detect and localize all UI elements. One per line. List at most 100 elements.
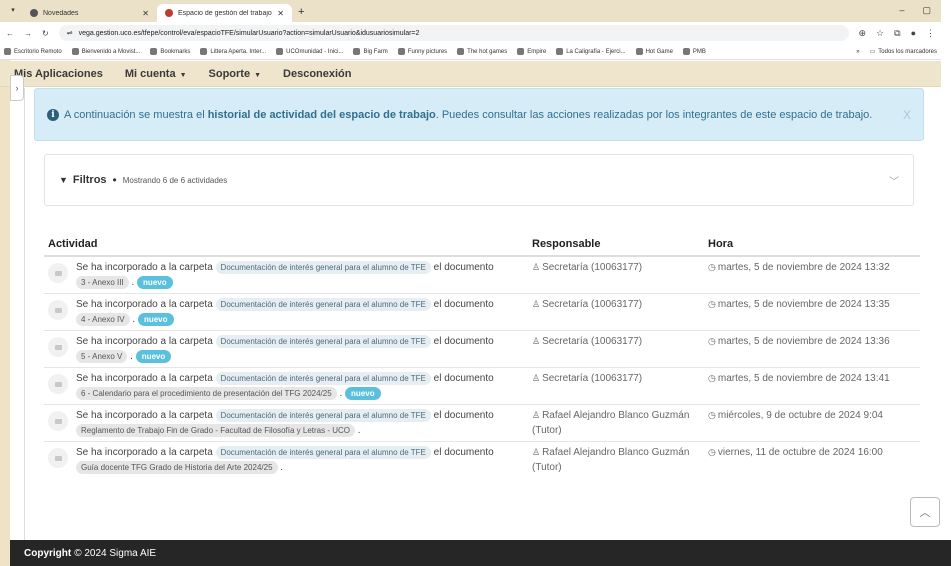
bookmark-icon	[150, 48, 158, 55]
bookmark-item[interactable]: Big Farm	[353, 48, 388, 55]
url-text: vega.gestion.uco.es/tfepe/control/eva/es…	[78, 29, 420, 37]
cell-actividad: Se ha incorporado a la carpeta Documenta…	[44, 293, 528, 331]
nav-desconexion[interactable]: Desconexión	[283, 68, 351, 80]
info-icon: i	[47, 108, 59, 121]
bookmark-item[interactable]: Empire	[517, 48, 546, 55]
extensions-icon[interactable]: ⧉	[894, 28, 900, 39]
sidebar-divider	[24, 88, 25, 540]
bookmark-icon	[276, 48, 284, 55]
bookmark-icon	[353, 48, 361, 55]
alert-close-button[interactable]: X	[903, 108, 911, 122]
document-badge[interactable]: 5 - Anexo V	[76, 350, 128, 363]
folder-icon	[48, 300, 68, 320]
alert-text: A continuación se muestra el historial d…	[64, 108, 873, 121]
bookmark-icon	[556, 48, 564, 55]
tab-close-icon[interactable]: ✕	[142, 9, 149, 18]
clock-icon: ◷	[708, 410, 716, 420]
cell-responsable: ♙ Rafael Alejandro Blanco Guzmán (Tutor)	[528, 441, 704, 478]
cell-actividad: Se ha incorporado a la carpeta Documenta…	[44, 330, 528, 368]
star-icon[interactable]: ☆	[876, 28, 884, 39]
site-info-icon[interactable]: ⇌	[67, 29, 73, 37]
bookmark-item[interactable]: Hot Game	[635, 48, 673, 55]
app-nav: Mis Aplicaciones Mi cuenta ▼ Soporte ▼ Des…	[0, 61, 941, 87]
folder-icon	[48, 374, 68, 394]
back-icon[interactable]: ←	[6, 29, 14, 38]
bookmarks-overflow-button[interactable]: »	[856, 49, 859, 55]
folder-badge[interactable]: Documentación de interés general para el…	[215, 335, 431, 348]
bookmark-item[interactable]: Escritorio Remoto	[4, 48, 62, 55]
maximize-icon[interactable]: ▢	[922, 5, 931, 16]
menu-icon[interactable]: ⋮	[926, 28, 935, 39]
tab-search-icon[interactable]: ▾	[6, 4, 20, 18]
document-badge[interactable]: Guía docente TFG Grado de Historia del A…	[76, 461, 278, 474]
bookmark-item[interactable]: La Caligrafía - Ejerci...	[556, 48, 626, 55]
cell-hora: ◷ miércoles, 9 de octubre de 2024 9:04	[704, 404, 920, 442]
caret-down-icon: ▼	[179, 71, 187, 79]
folder-badge[interactable]: Documentación de interés general para el…	[215, 261, 431, 274]
table-row: Se ha incorporado a la carpeta Documenta…	[44, 293, 920, 331]
reload-icon[interactable]: ↻	[42, 29, 49, 38]
forward-icon[interactable]: →	[24, 29, 32, 38]
new-tab-button[interactable]: +	[298, 6, 304, 18]
tab-title: Novedades	[43, 9, 79, 17]
footer-text: © 2024 Sigma AIE	[74, 547, 157, 559]
folder-badge[interactable]: Documentación de interés general para el…	[215, 298, 431, 311]
document-badge[interactable]: Reglamento de Trabajo Fin de Grado - Fac…	[76, 424, 356, 437]
nav-soporte[interactable]: Soporte ▼	[209, 68, 262, 80]
bookmark-item[interactable]: Bienvenido a Movist...	[71, 48, 140, 55]
footer: Copyright © 2024 Sigma AIE	[10, 540, 951, 566]
bookmark-item[interactable]: PMB	[682, 48, 706, 55]
bookmark-item[interactable]: Funny pictures	[397, 48, 447, 55]
cell-responsable: ♙ Secretaría (10063177)	[528, 367, 704, 405]
table-header-row: Actividad Responsable Hora	[44, 232, 920, 257]
bookmark-item[interactable]: The hot games	[457, 48, 507, 55]
minimize-icon[interactable]: –	[899, 5, 904, 16]
tab-title: Espacio de gestión del trabajo	[178, 9, 272, 17]
tab-close-icon[interactable]: ✕	[277, 9, 284, 18]
back-to-top-button[interactable]: ︿	[910, 497, 940, 527]
footer-copyright-label: Copyright	[24, 547, 72, 559]
folder-badge[interactable]: Documentación de interés general para el…	[215, 372, 431, 385]
nav-mis-aplicaciones[interactable]: Mis Aplicaciones	[14, 68, 103, 80]
url-field[interactable]: ⇌ vega.gestion.uco.es/tfepe/control/eva/…	[58, 25, 849, 41]
tab-novedades[interactable]: Novedades ✕	[22, 4, 157, 22]
folder-badge[interactable]: Documentación de interés general para el…	[215, 446, 431, 459]
table-row: Se ha incorporado a la carpeta Documenta…	[44, 255, 920, 294]
folder-icon	[48, 263, 68, 283]
filters-panel[interactable]: ▼ Filtros • Mostrando 6 de 6 actividades…	[44, 154, 914, 206]
new-badge: nuevo	[345, 387, 381, 400]
bookmark-icon	[682, 48, 690, 55]
folder-icon	[48, 448, 68, 468]
document-badge[interactable]: 4 - Anexo IV	[76, 313, 130, 326]
cell-actividad: Se ha incorporado a la carpeta Documenta…	[44, 255, 528, 294]
bookmark-icon	[4, 48, 11, 55]
user-icon: ♙	[532, 299, 541, 309]
profile-icon[interactable]: ●	[911, 28, 916, 39]
activity-text: Se ha incorporado a la carpeta Documenta…	[76, 446, 494, 474]
user-icon: ♙	[532, 373, 541, 383]
zoom-icon[interactable]: ⊕	[859, 28, 867, 39]
bookmarks-bar: Escritorio Remoto Bienvenido a Movist...…	[0, 44, 941, 60]
chevron-up-icon: ︿	[919, 507, 931, 519]
bookmark-icon	[200, 48, 208, 55]
user-icon: ♙	[532, 447, 541, 457]
bookmark-item[interactable]: Littera Aperta. Inter...	[200, 48, 266, 55]
new-badge: nuevo	[137, 313, 174, 326]
tab-espacio-gestion[interactable]: Espacio de gestión del trabajo ✕	[157, 4, 292, 22]
chevron-down-icon[interactable]: ﹀	[889, 173, 899, 188]
nav-mi-cuenta[interactable]: Mi cuenta ▼	[125, 68, 187, 80]
folder-icon	[48, 411, 68, 431]
sidebar-toggle-button[interactable]: ›	[10, 75, 24, 101]
cell-hora: ◷ martes, 5 de noviembre de 2024 13:36	[704, 330, 920, 368]
cell-responsable: ♙ Secretaría (10063177)	[528, 293, 704, 331]
document-badge[interactable]: 6 - Calendario para el procedimiento de …	[76, 387, 337, 400]
all-bookmarks-button[interactable]: ▭ Todos los marcadores	[870, 48, 937, 56]
bookmark-item[interactable]: Bookmarks	[150, 48, 190, 55]
user-icon: ♙	[532, 262, 541, 272]
document-badge[interactable]: 3 - Anexo III	[76, 276, 129, 289]
bookmark-icon	[457, 48, 465, 55]
bookmark-item[interactable]: UCOmunidad - Inici...	[276, 48, 343, 55]
cell-hora: ◷ martes, 5 de noviembre de 2024 13:32	[704, 255, 920, 294]
folder-badge[interactable]: Documentación de interés general para el…	[215, 409, 431, 422]
activity-text: Se ha incorporado a la carpeta Documenta…	[76, 372, 494, 400]
